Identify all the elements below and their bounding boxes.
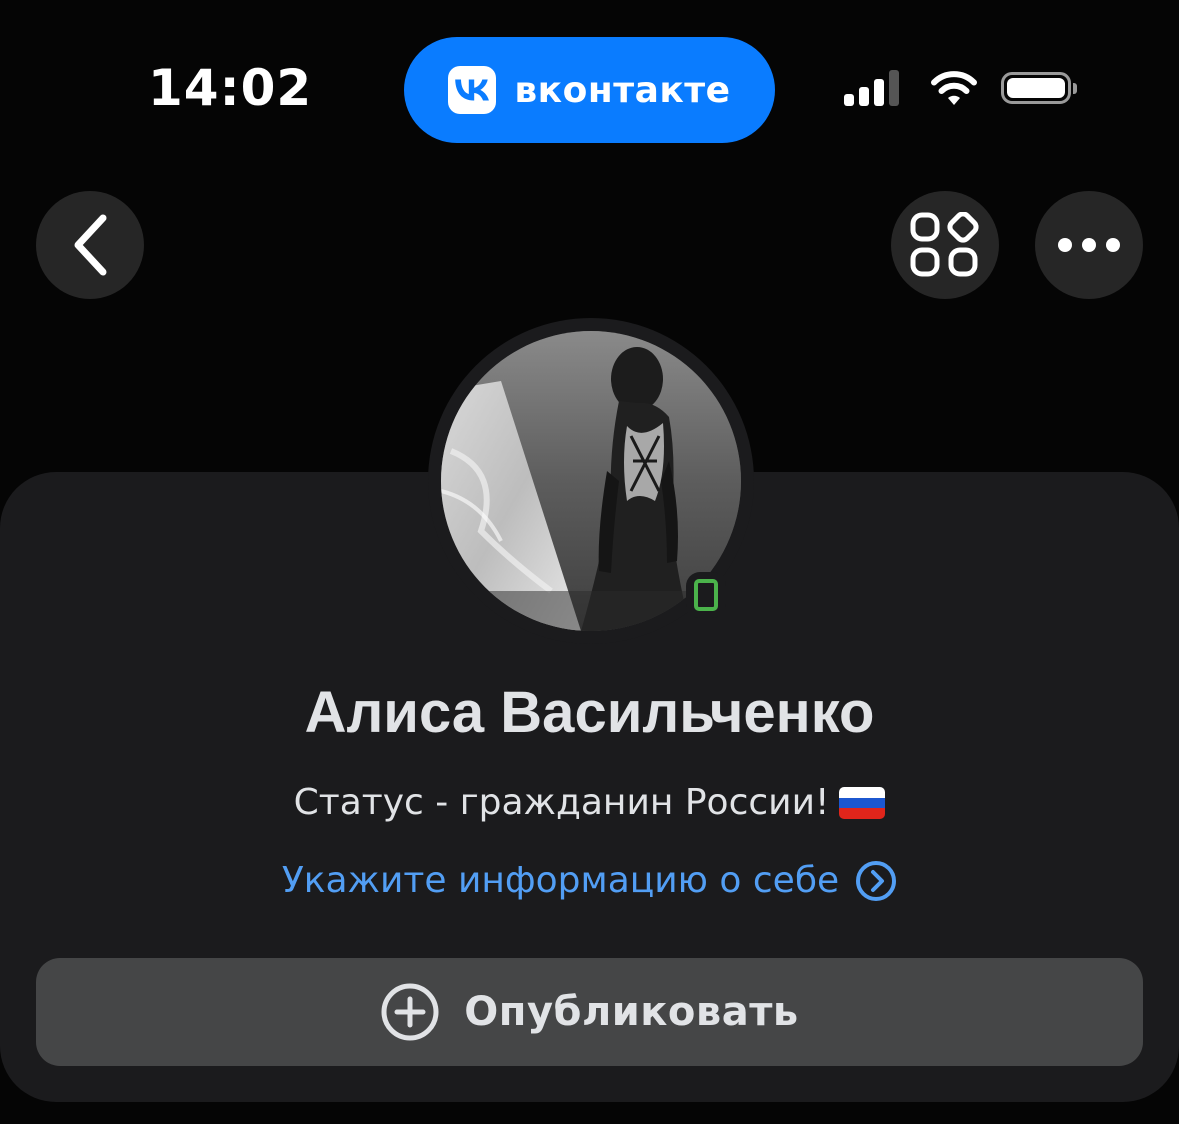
online-mobile-icon <box>686 572 726 618</box>
vk-logo-icon <box>448 66 497 114</box>
battery-icon <box>1001 72 1077 104</box>
publish-button[interactable]: Опубликовать <box>36 958 1143 1066</box>
flag-russia-icon <box>839 787 886 819</box>
services-button[interactable] <box>891 191 999 299</box>
cellular-signal-icon <box>844 70 899 106</box>
profile-status-text: Статус - гражданин России! <box>293 782 830 823</box>
plus-circle-icon <box>381 983 439 1041</box>
chevron-left-icon <box>74 214 107 276</box>
more-dots-icon <box>1058 238 1120 252</box>
chevron-right-circle-icon <box>856 861 897 901</box>
services-grid-icon <box>910 212 979 277</box>
add-profile-info-label: Укажите информацию о себе <box>281 860 840 901</box>
publish-button-label: Опубликовать <box>464 989 799 1035</box>
profile-name: Алиса Васильченко <box>304 680 875 745</box>
wifi-icon <box>931 71 977 105</box>
vk-app-pill-label: вконтакте <box>514 69 731 111</box>
more-button[interactable] <box>1035 191 1143 299</box>
vk-app-pill[interactable]: вконтакте <box>404 37 775 143</box>
profile-status: Статус - гражданин России! <box>0 780 1179 826</box>
profile-screen: 14:02 вконтакте Алиса Васильченко Статус… <box>0 0 1179 1124</box>
add-profile-info-link[interactable]: Укажите информацию о себе <box>0 858 1179 904</box>
back-button[interactable] <box>36 191 144 299</box>
status-bar-time: 14:02 <box>148 59 313 117</box>
status-icons <box>844 66 1077 110</box>
